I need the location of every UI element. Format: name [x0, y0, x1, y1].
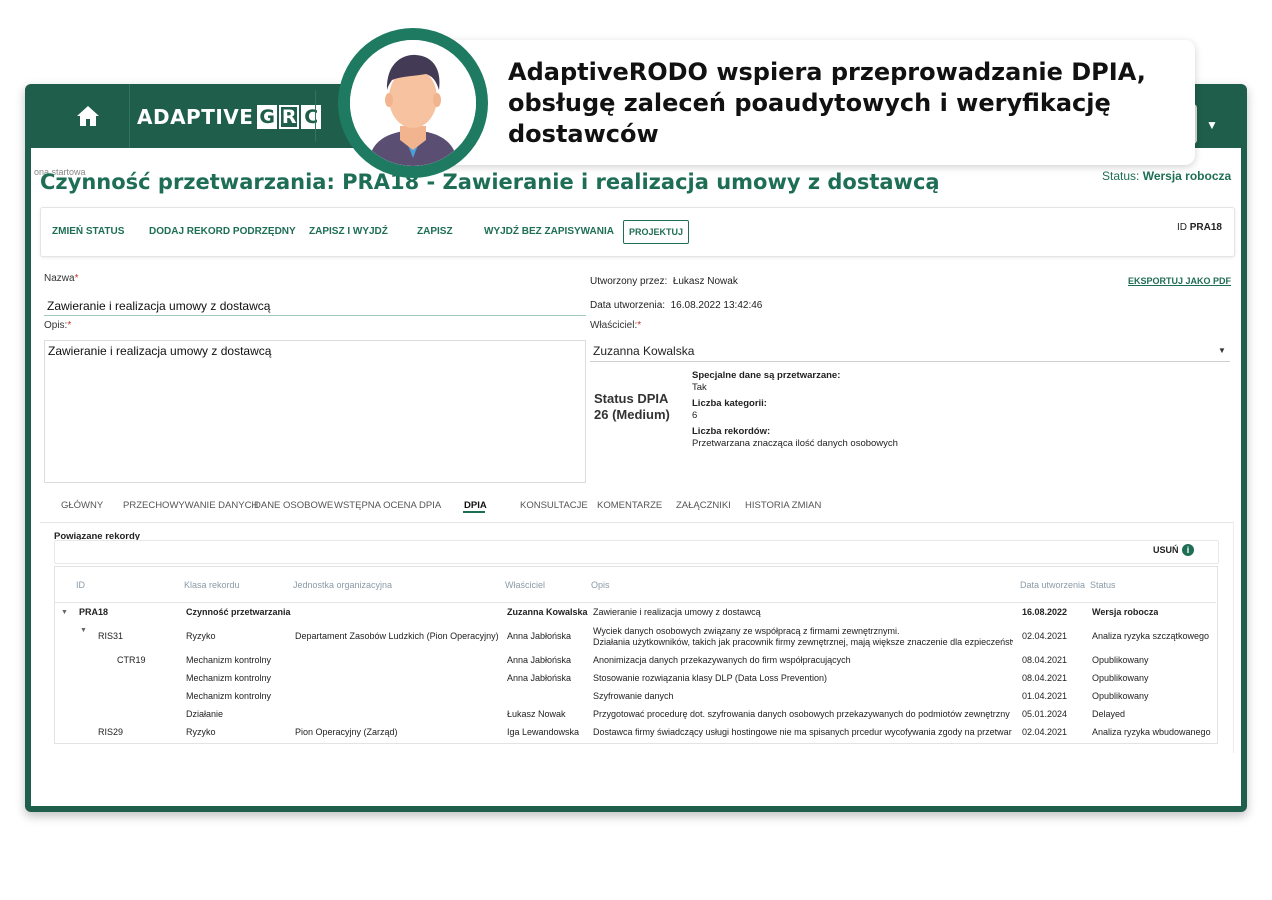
table-cell-unit: Pion Operacyjny (Zarząd): [295, 727, 398, 737]
status-value: Wersja robocza: [1142, 169, 1232, 183]
table-cell-class: Ryzyko: [186, 631, 216, 641]
table-cell-date: 05.01.2024: [1022, 709, 1068, 719]
table-cell-description: Wyciek danych osobowych związany ze wspó…: [593, 626, 900, 636]
tab-consultations[interactable]: KONSULTACJE: [520, 500, 588, 511]
dpia-status: Status DPIA 26 (Medium): [594, 391, 670, 422]
record-id: ID PRA18: [1176, 222, 1222, 233]
owner-select[interactable]: Zuzanna Kowalska: [590, 340, 1230, 362]
table-cell-class: Mechanizm kontrolny: [186, 655, 272, 665]
table-cell-owner: Zuzanna Kowalska: [507, 607, 588, 617]
avatar: [350, 40, 476, 166]
column-header-class[interactable]: Klasa rekordu: [184, 580, 240, 590]
table-cell-owner: Anna Jabłońska: [507, 673, 572, 683]
tab-personal-data[interactable]: DANE OSOBOWE: [254, 500, 333, 511]
tab-general[interactable]: GŁÓWNY: [61, 500, 103, 511]
navbar-divider: [315, 90, 316, 142]
table-cell-status: Opublikowany: [1092, 655, 1149, 665]
chevron-down-icon[interactable]: ▼: [1206, 118, 1218, 132]
collapse-icon[interactable]: ▼: [80, 627, 87, 634]
tab-dpia[interactable]: DPIA: [464, 500, 487, 511]
column-header-unit[interactable]: Jednostka organizacyjna: [293, 580, 392, 590]
remove-button[interactable]: USUŃ: [1153, 545, 1179, 555]
table-cell-id[interactable]: RIS29: [98, 727, 123, 737]
table-cell-date: 02.04.2021: [1022, 631, 1068, 641]
table-cell-owner: Łukasz Nowak: [507, 709, 566, 719]
table-cell-description: Szyfrowanie danych: [593, 691, 674, 701]
table-cell-class: Mechanizm kontrolny: [186, 691, 272, 701]
created-by: Utworzony przez: Łukasz Nowak: [590, 276, 738, 287]
table-cell-date: 02.04.2021: [1022, 727, 1068, 737]
name-label: Nazwa*: [44, 273, 79, 284]
table-cell-class: Działanie: [186, 709, 224, 719]
table-cell-status: Opublikowany: [1092, 673, 1149, 683]
exit-without-saving-button[interactable]: WYJDŹ BEZ ZAPISYWANIA: [484, 226, 614, 237]
home-button[interactable]: [47, 84, 130, 148]
tab-change-history[interactable]: HISTORIA ZMIAN: [745, 500, 821, 511]
record-toolbar: ZMIEŃ STATUS DODAJ REKORD PODRZĘDNY ZAPI…: [40, 207, 1235, 257]
table-cell-status: Analiza ryzyka wbudowanego: [1092, 727, 1211, 737]
column-header-status[interactable]: Status: [1090, 580, 1116, 590]
table-cell-date: 01.04.2021: [1022, 691, 1068, 701]
table-cell-class: Czynność przetwarzania: [186, 607, 291, 617]
table-cell-owner: Anna Jabłońska: [507, 655, 572, 665]
collapse-icon[interactable]: ▼: [61, 609, 68, 616]
tab-initial-dpia[interactable]: WSTĘPNA OCENA DPIA: [334, 500, 441, 511]
tab-data-storage[interactable]: PRZECHOWYWANIE DANYCH: [123, 500, 258, 511]
column-header-created-date[interactable]: Data utworzenia: [1020, 580, 1085, 590]
table-cell-description-cont: Działania użytkowników, takich jak praco…: [593, 637, 1013, 647]
table-cell-unit: Departament Zasobów Ludzkich (Pion Opera…: [295, 631, 499, 641]
description-textarea[interactable]: Zawieranie i realizacja umowy z dostawcą: [44, 340, 586, 483]
chevron-down-icon[interactable]: ▼: [1218, 346, 1226, 355]
status-indicator: Status: Wersja robocza: [1102, 169, 1232, 183]
table-cell-status: Opublikowany: [1092, 691, 1149, 701]
table-cell-class: Ryzyko: [186, 727, 216, 737]
column-header-id[interactable]: ID: [76, 580, 85, 590]
tab-attachments[interactable]: ZAŁĄCZNIKI: [676, 500, 731, 511]
table-cell-id[interactable]: CTR19: [117, 655, 146, 665]
table-cell-status: Wersja robocza: [1092, 607, 1159, 617]
info-icon[interactable]: i: [1182, 544, 1194, 556]
table-cell-description: Stosowanie rozwiązania klasy DLP (Data L…: [593, 673, 827, 683]
table-cell-id[interactable]: RIS31: [98, 631, 123, 641]
table-cell-owner: Iga Lewandowska: [507, 727, 580, 737]
table-cell-status: Analiza ryzyka szczątkowego: [1092, 631, 1210, 641]
export-pdf-link[interactable]: EKSPORTUJ JAKO PDF: [1128, 276, 1231, 286]
column-header-owner[interactable]: Właściciel: [505, 580, 545, 590]
design-button[interactable]: PROJEKTUJ: [623, 220, 689, 244]
add-child-record-button[interactable]: DODAJ REKORD PODRZĘDNY: [149, 226, 296, 237]
name-input[interactable]: Zawieranie i realizacja umowy z dostawcą: [44, 296, 586, 316]
table-cell-description: Zawieranie i realizacja umowy z dostawcą: [593, 607, 761, 617]
related-records-toolbar: [54, 540, 1219, 564]
table-cell-description: Przygotować procedurę dot. szyfrowania d…: [593, 709, 1010, 719]
home-icon: [77, 106, 99, 126]
save-and-exit-button[interactable]: ZAPISZ I WYJDŹ: [309, 226, 388, 237]
table-cell-date: 08.04.2021: [1022, 655, 1068, 665]
column-header-description[interactable]: Opis: [591, 580, 610, 590]
table-cell-status: Delayed: [1092, 709, 1126, 719]
table-cell-id[interactable]: PRA18: [79, 607, 108, 617]
description-label: Opis:*: [44, 320, 72, 331]
table-cell-owner: Anna Jabłońska: [507, 631, 572, 641]
change-status-button[interactable]: ZMIEŃ STATUS: [52, 226, 124, 237]
table-cell-description: Dostawca firmy świadczący usługi hosting…: [593, 727, 1012, 737]
person-icon: [350, 40, 476, 166]
callout-text: AdaptiveRODO wspiera przeprowadzanie DPI…: [508, 58, 1146, 148]
table-cell-class: Mechanizm kontrolny: [186, 673, 272, 683]
page-title: Czynność przetwarzania: PRA18 - Zawieran…: [40, 170, 940, 194]
tab-comments[interactable]: KOMENTARZE: [597, 500, 662, 511]
dpia-summary: Specjalne dane są przetwarzane: Tak Licz…: [692, 370, 898, 449]
table-cell-date: 16.08.2022: [1022, 607, 1068, 617]
app-logo[interactable]: ADAPTIVE G R C: [137, 104, 322, 130]
owner-label: Właściciel:*: [590, 320, 642, 331]
created-date: Data utworzenia: 16.08.2022 13:42:46: [590, 300, 763, 311]
table-cell-date: 08.04.2021: [1022, 673, 1068, 683]
header-divider: [54, 602, 1216, 603]
table-cell-description: Anonimizacja danych przekazywanych do fi…: [593, 655, 851, 665]
save-button[interactable]: ZAPISZ: [417, 226, 453, 237]
active-tab-indicator: [463, 511, 485, 513]
